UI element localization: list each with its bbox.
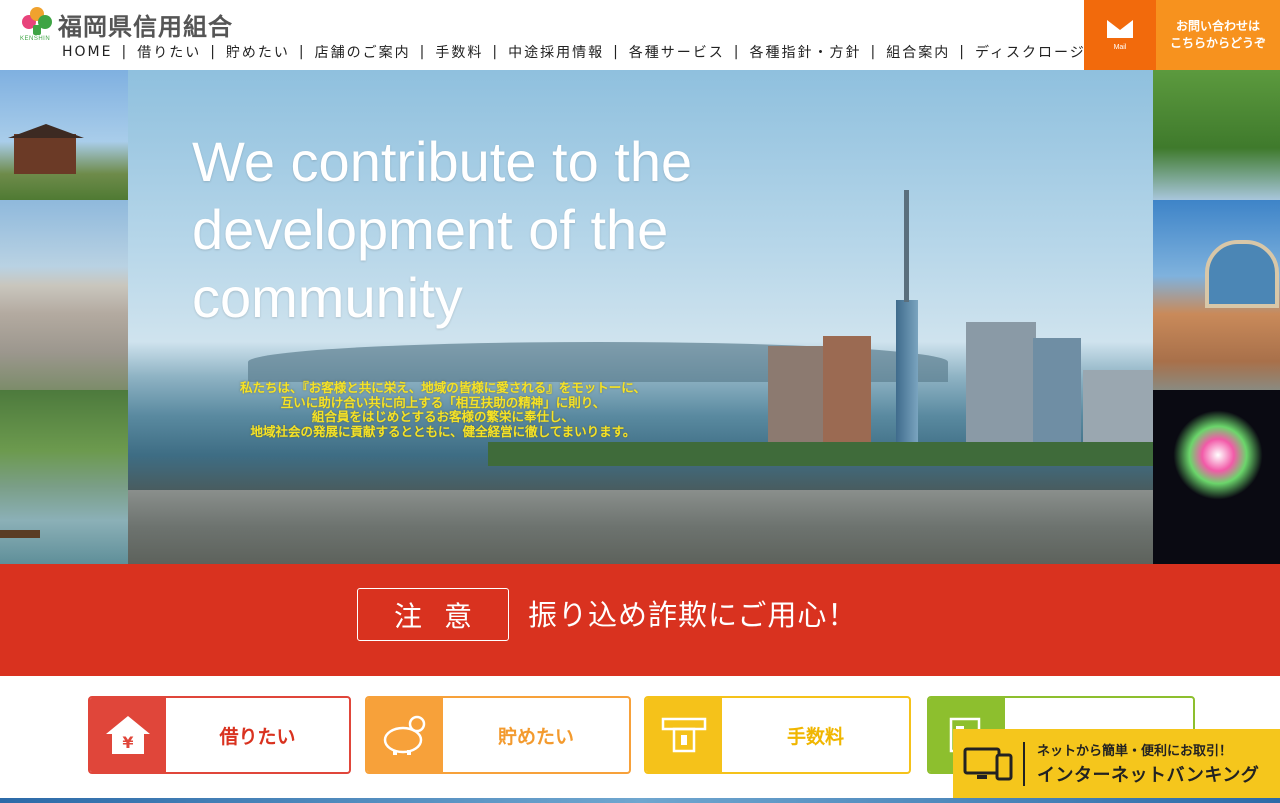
- mail-button[interactable]: Mail: [1084, 0, 1156, 70]
- contact-label-line1: お問い合わせは: [1175, 19, 1260, 33]
- logo-subtext: KENSHIN: [20, 36, 51, 42]
- piggy-bank-icon: [367, 698, 443, 772]
- hero-right-photos: [1153, 70, 1280, 564]
- site-header: KENSHIN 福岡県信用組合 HOME | 借りたい | 貯めたい | 店舗の…: [0, 0, 1280, 70]
- photo-river-boat: [0, 390, 128, 564]
- atm-icon: [646, 698, 722, 772]
- borrow-label: 借りたい: [219, 725, 296, 748]
- hero-message-line: 組合員をはじめとするお客様の繁栄に奉仕し、: [311, 409, 575, 424]
- borrow-button[interactable]: ¥ 借りたい: [88, 696, 351, 774]
- hero-main-photo-fukuoka-skyline: We contribute to the development of the …: [128, 70, 1153, 564]
- save-label: 貯めたい: [497, 725, 574, 748]
- envelope-icon: [1107, 19, 1133, 38]
- contact-button[interactable]: お問い合わせは こちらからどうぞ: [1156, 0, 1280, 70]
- photo-city-aerial: [0, 200, 128, 390]
- nav-separator: |: [492, 44, 500, 60]
- devices-icon: [953, 741, 1025, 786]
- clover-logo-icon: KENSHIN: [20, 7, 54, 42]
- fee-label: 手数料: [786, 725, 844, 748]
- save-button[interactable]: 貯めたい: [365, 696, 631, 774]
- mail-label: Mail: [1113, 43, 1127, 51]
- photo-historic-building: [0, 70, 128, 200]
- nav-borrow[interactable]: 借りたい: [137, 42, 201, 62]
- nav-policies[interactable]: 各種指針・方針: [750, 42, 862, 62]
- banking-title: インターネットバンキング: [1037, 765, 1260, 786]
- main-navigation: HOME | 借りたい | 貯めたい | 店舗のご案内 | 手数料 | 中途採用…: [62, 42, 1117, 62]
- nav-separator: |: [121, 44, 129, 60]
- nav-branches[interactable]: 店舗のご案内: [315, 42, 411, 62]
- hero-message-line: 互いに助け合い共に向上する「相互扶助の精神」に則り、: [280, 394, 606, 410]
- hero-section: We contribute to the development of the …: [0, 70, 1280, 564]
- photo-trees: [1153, 70, 1280, 200]
- hero-left-photos: [0, 70, 128, 564]
- photo-station-building: [1153, 200, 1280, 390]
- footer-stripe: [0, 798, 1280, 803]
- nav-recruit[interactable]: 中途採用情報: [508, 42, 604, 62]
- internet-banking-banner[interactable]: ネットから簡単・便利にお取引！ インターネットバンキング: [953, 729, 1280, 798]
- hero-message-line: 地域社会の発展に貢献するとともに、健全経営に徹してまいります。: [250, 423, 636, 439]
- nav-home[interactable]: HOME: [62, 44, 112, 60]
- house-yen-icon: ¥: [90, 698, 166, 772]
- nav-services[interactable]: 各種サービス: [629, 42, 725, 62]
- warning-text: 振り込め詐欺にご用心！: [528, 598, 858, 632]
- site-logo[interactable]: KENSHIN 福岡県信用組合: [20, 6, 233, 42]
- hero-message-line: 私たちは、『お客様と共に栄え、地域の皆様に愛される』をモットーに、: [240, 380, 646, 395]
- contact-label-line2: こちらからどうぞ: [1169, 36, 1266, 50]
- banking-tagline: ネットから簡単・便利にお取引！: [1037, 744, 1233, 759]
- fraud-warning-banner[interactable]: 注意 振り込め詐欺にご用心！: [0, 564, 1280, 676]
- fee-button[interactable]: 手数料: [644, 696, 911, 774]
- nav-separator: |: [959, 44, 966, 60]
- nav-separator: |: [733, 44, 741, 60]
- svg-text:¥: ¥: [122, 733, 133, 752]
- nav-separator: |: [298, 44, 306, 60]
- nav-separator: |: [210, 44, 217, 60]
- nav-fees[interactable]: 手数料: [435, 42, 483, 62]
- warning-badge: 注意: [357, 588, 509, 641]
- nav-separator: |: [870, 44, 878, 60]
- logo-text: 福岡県信用組合: [58, 12, 233, 41]
- nav-separator: |: [613, 44, 620, 60]
- photo-fireworks: [1153, 390, 1280, 564]
- nav-separator: |: [419, 44, 427, 60]
- nav-about[interactable]: 組合案内: [886, 42, 950, 62]
- hero-title: We contribute to the development of the …: [192, 130, 693, 329]
- nav-save[interactable]: 貯めたい: [226, 42, 290, 62]
- hero-message: 私たちは、『お客様と共に栄え、地域の皆様に愛される』をモットーに、 互いに助け合…: [203, 380, 683, 439]
